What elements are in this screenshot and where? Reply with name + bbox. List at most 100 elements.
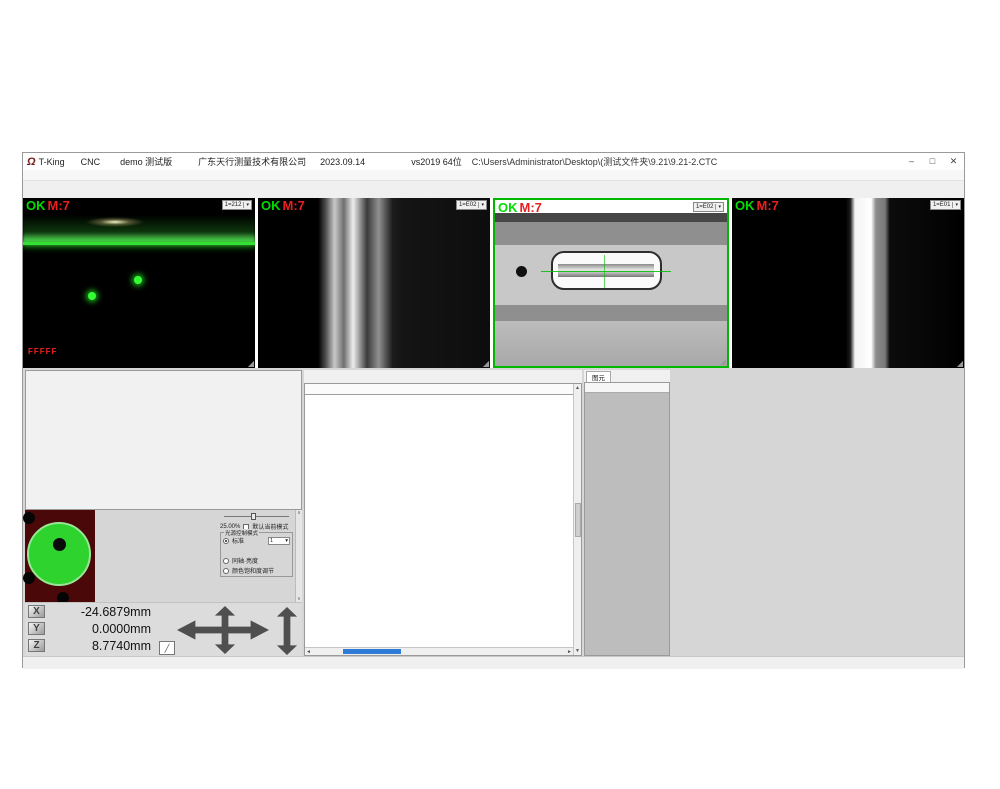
camera1-status: OK [26, 198, 46, 213]
scroll-down-icon[interactable]: ▼ [575, 648, 580, 654]
app-name: T-King [39, 157, 65, 167]
camera2-select[interactable]: 1=E02▾ [456, 200, 487, 210]
x-axis-icon: X [28, 605, 45, 618]
camera3-status: OK [498, 200, 518, 215]
status-bar [23, 656, 964, 669]
slider-thumb[interactable] [251, 513, 256, 520]
resize-grip-icon[interactable]: ◢ [720, 357, 726, 366]
table-header [305, 384, 573, 395]
resize-grip-icon[interactable]: ◢ [483, 359, 489, 368]
light-mode-strip [95, 510, 108, 602]
z-value: 8.7740mm [51, 639, 151, 653]
chevron-down-icon: ▾ [715, 204, 721, 210]
element-detail-panel: 图元 [584, 370, 670, 656]
camera1-mode: M:7 [48, 198, 70, 213]
result-tabs [304, 370, 582, 383]
light-corner-dot [23, 512, 35, 524]
workspace: 25.00% 默认当前模式 光源控制模式 标准 1▾ [23, 368, 964, 656]
tab-element[interactable]: 图元 [586, 371, 611, 382]
camera-view-4[interactable]: OKM:7 1=E01▾ ◢ [732, 198, 964, 368]
ring-light-preview [27, 522, 91, 586]
app-window: Ω T-King CNC demo 测试版 广东天行测量技术有限公司 2023.… [22, 152, 965, 668]
resize-grip-icon[interactable]: ◢ [957, 359, 963, 368]
app-logo-icon: Ω [27, 156, 36, 168]
table-hscrollbar[interactable]: ◄ ► [305, 647, 573, 655]
close-button[interactable]: ✕ [943, 156, 964, 167]
y-axis-icon: Y [28, 622, 45, 635]
camera1-select[interactable]: 1=212▾ [222, 200, 252, 210]
camera4-mode: M:7 [757, 198, 779, 213]
title-file-path: C:\Users\Administrator\Desktop\(测试文件夹\9.… [472, 155, 718, 168]
title-company: 广东天行测量技术有限公司 [198, 155, 306, 168]
laser-line [23, 242, 255, 245]
green-dot [88, 292, 96, 300]
element-table-header [585, 383, 669, 393]
title-bar: Ω T-King CNC demo 测试版 广东天行测量技术有限公司 2023.… [23, 153, 964, 170]
resize-grip-icon[interactable]: ◢ [248, 359, 254, 368]
standard-label: 标准 [232, 536, 244, 545]
light-preview[interactable] [25, 510, 95, 602]
camera3-select[interactable]: 1=E02▾ [693, 202, 724, 212]
light-settings: 25.00% 默认当前模式 光源控制模式 标准 1▾ [218, 510, 295, 602]
camera-views: OKM:7 1=212▾ FFFFF ◢ OKM:7 1=E02▾ ◢ [23, 198, 964, 368]
master-light-slider[interactable] [224, 512, 289, 521]
standard-radio[interactable] [223, 538, 229, 544]
x-value: -24.6879mm [51, 605, 151, 619]
camera3-mode: M:7 [520, 200, 542, 215]
scroll-right-icon[interactable]: ► [567, 649, 572, 655]
part-base [495, 321, 727, 366]
table-body [305, 395, 573, 647]
scroll-left-icon[interactable]: ◄ [306, 649, 311, 655]
light-corner-dot [23, 572, 35, 584]
title-date: 2023.09.14 [320, 157, 365, 167]
camera1-flag-text: FFFFF [28, 347, 57, 356]
y-value: 0.0000mm [51, 622, 151, 636]
chevron-down-icon: ▾ [952, 202, 958, 208]
center-column: 25.00% 默认当前模式 光源控制模式 标准 1▾ [25, 370, 302, 656]
menu-bar [23, 170, 964, 181]
scroll-thumb[interactable] [343, 649, 402, 654]
scroll-thumb[interactable] [575, 503, 581, 537]
camera-view-1[interactable]: OKM:7 1=212▾ FFFFF ◢ [23, 198, 255, 368]
camera4-image [732, 198, 964, 368]
results-area: ◄ ► ▲ ▼ [304, 370, 582, 656]
z-axis-icon: Z [28, 639, 45, 652]
camera2-image [258, 198, 490, 368]
joystick-config-button[interactable]: ╱ [159, 641, 175, 655]
chevron-down-icon: ▾ [285, 538, 288, 544]
title-mode: CNC [81, 157, 101, 167]
title-user: demo 测试版 [120, 155, 172, 168]
camera4-select[interactable]: 1=E01▾ [930, 200, 961, 210]
green-dot [134, 276, 142, 284]
scroll-up-icon[interactable]: ▲ [575, 385, 580, 391]
camera2-status: OK [261, 198, 281, 213]
camera2-mode: M:7 [283, 198, 305, 213]
light-scrollbar[interactable]: ∧∨ [295, 510, 302, 602]
camera4-status: OK [735, 198, 755, 213]
coaxial-radio[interactable] [223, 558, 229, 564]
saturation-label: 颜色饱和度调节 [232, 566, 274, 575]
camera-view-2[interactable]: OKM:7 1=E02▾ ◢ [258, 198, 490, 368]
coaxial-label: 同轴·亮度 [232, 556, 258, 565]
coordinate-readout: X -24.6879mm Y 0.0000mm Z 8.7740mm ╱ [25, 602, 302, 656]
light-sliders [108, 510, 218, 602]
light-group-title: 光源控制模式 [224, 529, 259, 537]
maximize-button[interactable]: □ [922, 156, 943, 167]
light-level-dropdown[interactable]: 1▾ [268, 537, 290, 545]
table-vscrollbar[interactable]: ▲ ▼ [573, 384, 581, 655]
measure-overlay-line-v [604, 255, 605, 288]
part-surface-lower [495, 305, 727, 322]
chevron-down-icon: ▾ [478, 202, 484, 208]
saturation-radio[interactable] [223, 568, 229, 574]
main-toolbar [23, 181, 964, 198]
light-control: 25.00% 默认当前模式 光源控制模式 标准 1▾ [25, 510, 302, 602]
bright-spot [86, 217, 144, 227]
light-center-dot [53, 538, 66, 551]
minimize-button[interactable]: – [901, 156, 922, 167]
part-surface-upper [495, 222, 727, 245]
title-build: vs2019 64位 [411, 155, 462, 168]
measure-overlay-line [541, 271, 671, 272]
measure-toolbox [25, 370, 302, 510]
camera-view-3-selected[interactable]: OKM:7 1=E02▾ ◢ [493, 198, 729, 368]
chevron-down-icon: ▾ [243, 202, 249, 208]
